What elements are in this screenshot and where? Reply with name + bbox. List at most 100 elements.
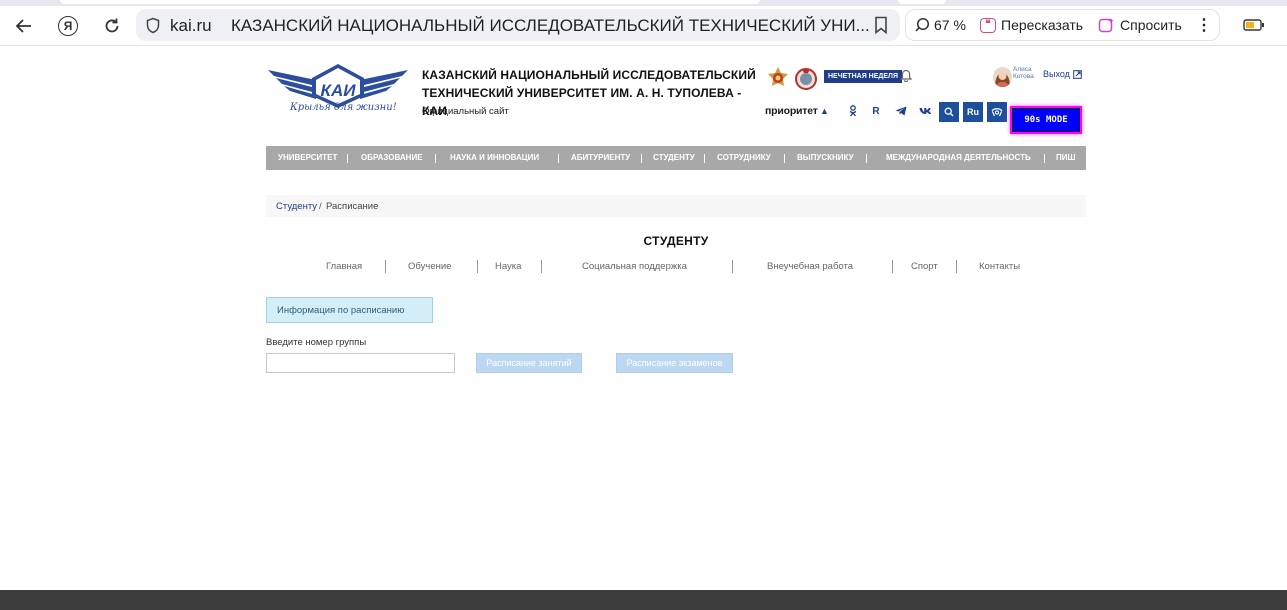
title-line-1: КАЗАНСКИЙ НАЦИОНАЛЬНЫЙ ИССЛЕДОВАТЕЛЬСКИЙ (422, 68, 756, 82)
rutube-icon[interactable]: R (867, 104, 885, 118)
yandex-glyph: Я (63, 19, 73, 33)
yandex-button[interactable]: Я (52, 10, 84, 42)
schedule-info-label: Информация по расписанию (277, 305, 405, 316)
nav-item-university[interactable]: УНИВЕРСИТЕТ (278, 146, 337, 170)
breadcrumb-separator: / (319, 201, 322, 212)
external-link-icon (1073, 69, 1082, 79)
tab-hint[interactable] (898, 0, 946, 4)
telegram-icon[interactable] (892, 104, 910, 118)
subnav-item-main[interactable]: Главная (326, 261, 362, 272)
user-first-name: Алиса (1013, 66, 1032, 73)
retell-icon: ❝ (980, 17, 996, 33)
nav-item-graduates[interactable]: ВЫПУСКНИКУ (797, 146, 854, 170)
subnav-item-contacts[interactable]: Контакты (979, 261, 1020, 272)
ask-button[interactable]: Спросить (1098, 10, 1182, 40)
site-footer (0, 590, 1287, 610)
active-tab-hint[interactable] (60, 0, 760, 4)
schedule-info-tab[interactable]: Информация по расписанию (266, 297, 433, 323)
logout-label: Выход (1043, 69, 1070, 79)
exam-schedule-button[interactable]: Расписание экзаменов (616, 353, 733, 373)
browser-tools-group: 67 % ❝ Пересказать Спросить ⋮ (905, 9, 1220, 41)
browser-toolbar: Я kai.ru КАЗАНСКИЙ НАЦИОНАЛЬНЫЙ ИССЛЕДОВ… (0, 6, 1287, 46)
yandex-icon: Я (58, 16, 78, 36)
retell-label: Пересказать (1001, 17, 1084, 33)
kai-logo[interactable]: КАИ Крылья для жизни! (266, 60, 410, 120)
reload-icon (105, 18, 119, 33)
logout-link[interactable]: Выход (1043, 69, 1082, 79)
user-name[interactable]: Алиса Котова (1013, 66, 1034, 80)
priority-arrow-icon: ▲ (817, 106, 829, 116)
section-subnav: Главная Обучение Наука Социальная поддер… (266, 259, 1086, 275)
zoom-level: 67 % (934, 17, 966, 33)
nav-item-pish[interactable]: ПИШ (1056, 146, 1076, 170)
subnav-separator (541, 260, 542, 273)
logo-slogan: Крылья для жизни! (290, 102, 397, 113)
subnav-separator (477, 260, 478, 273)
subnav-item-social-support[interactable]: Социальная поддержка (582, 261, 687, 272)
reload-button[interactable] (96, 10, 128, 42)
official-site-caption: Официальный сайт (422, 106, 509, 117)
nav-item-education[interactable]: ОБРАЗОВАНИЕ (361, 146, 423, 170)
eye-glasses-icon (991, 108, 1003, 117)
battery-icon[interactable] (1243, 19, 1265, 31)
main-navigation: УНИВЕРСИТЕТ ОБРАЗОВАНИЕ НАУКА И ИННОВАЦИ… (266, 146, 1086, 170)
logo-letters: КАИ (321, 81, 357, 100)
more-menu-icon[interactable]: ⋮ (1196, 10, 1212, 40)
order-emblem-icon[interactable] (766, 66, 790, 92)
url-domain[interactable]: kai.ru (170, 16, 212, 36)
subnav-separator (892, 260, 893, 273)
user-last-name: Котова (1013, 73, 1034, 80)
subnav-separator (956, 260, 957, 273)
nav-item-science[interactable]: НАУКА И ИННОВАЦИИ (450, 146, 539, 170)
nav-separator (347, 154, 348, 163)
nav-separator (1044, 154, 1045, 163)
retell-button[interactable]: ❝ Пересказать (980, 10, 1083, 40)
rutube-glyph: R (872, 105, 880, 117)
ai-sparkle-icon (1098, 17, 1114, 32)
chat-search-icon (915, 17, 930, 32)
page-title: СТУДЕНТУ (643, 234, 709, 248)
subnav-item-science[interactable]: Наука (495, 261, 521, 272)
odnoklassniki-icon[interactable] (844, 104, 862, 118)
nav-separator (784, 154, 785, 163)
group-number-label: Введите номер группы (266, 337, 367, 348)
nav-item-employees[interactable]: СОТРУДНИКУ (717, 146, 771, 170)
breadcrumb-link-student[interactable]: Студенту (276, 201, 317, 212)
90s-mode-button[interactable]: 90s MODE (1010, 106, 1082, 134)
nav-item-students[interactable]: СТУДЕНТУ (653, 146, 695, 170)
priority-2030-logo[interactable]: приоритет ▲ (765, 105, 829, 117)
class-schedule-button[interactable]: Расписание занятий (476, 353, 582, 373)
avatar[interactable] (993, 67, 1012, 87)
accessibility-button[interactable] (987, 102, 1007, 122)
bell-icon[interactable] (900, 69, 912, 82)
priority-label: приоритет (765, 105, 818, 117)
nav-item-international[interactable]: МЕЖДУНАРОДНАЯ ДЕЯТЕЛЬНОСТЬ (886, 146, 1031, 170)
shield-icon[interactable] (145, 17, 161, 34)
subnav-item-sport[interactable]: Спорт (911, 261, 938, 272)
bookmark-icon[interactable] (874, 16, 888, 34)
breadcrumb-current: Расписание (326, 201, 379, 212)
nav-separator (558, 154, 559, 163)
nav-separator (866, 154, 867, 163)
address-bar[interactable]: kai.ru КАЗАНСКИЙ НАЦИОНАЛЬНЫЙ ИССЛЕДОВАТ… (136, 9, 900, 41)
subnav-separator (385, 260, 386, 273)
subnav-item-study[interactable]: Обучение (408, 261, 451, 272)
nav-separator (641, 154, 642, 163)
url-page-title[interactable]: КАЗАНСКИЙ НАЦИОНАЛЬНЫЙ ИССЛЕДОВАТЕЛЬСКИЙ… (231, 16, 870, 36)
back-button[interactable] (8, 10, 40, 42)
subnav-item-extracurricular[interactable]: Внеучебная работа (767, 261, 853, 272)
ask-label: Спросить (1120, 17, 1182, 33)
group-number-input[interactable] (266, 353, 455, 373)
medal-emblem-icon[interactable] (794, 66, 818, 92)
zoom-button[interactable]: 67 % (914, 10, 966, 40)
nav-separator (435, 154, 436, 163)
arrow-left-icon (15, 19, 31, 33)
vk-icon[interactable] (916, 104, 934, 118)
week-parity-badge: НЕЧЕТНАЯ НЕДЕЛЯ (824, 70, 902, 83)
subnav-separator (732, 260, 733, 273)
search-button[interactable] (939, 102, 959, 122)
nav-item-applicants[interactable]: АБИТУРИЕНТУ (571, 146, 630, 170)
search-icon (944, 107, 954, 117)
breadcrumb: Студенту / Расписание (266, 195, 1086, 217)
language-button[interactable]: Ru (963, 102, 983, 122)
